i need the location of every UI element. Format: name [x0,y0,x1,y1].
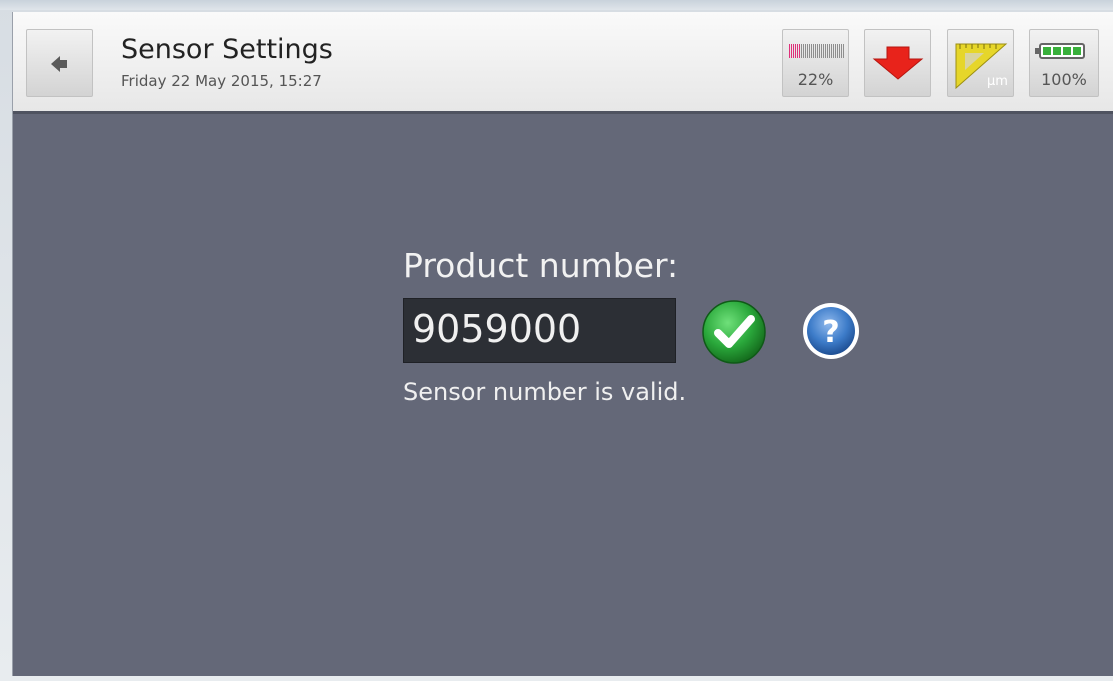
unit-label: µm [987,74,1008,89]
red-down-arrow-icon [872,46,924,80]
signal-bar [793,44,794,58]
date-time-label: Friday 22 May 2015, 15:27 [121,72,322,90]
page-title: Sensor Settings [121,34,333,65]
signal-bar [791,44,792,58]
signal-bar [819,44,820,58]
signal-bar [837,44,838,58]
signal-icon [789,44,844,58]
battery-button[interactable]: 100% [1029,29,1099,97]
signal-bar [815,44,816,58]
check-icon [702,300,766,364]
signal-bar [843,44,844,58]
signal-bar [809,44,810,58]
product-number-input[interactable]: 9059000 [403,298,676,363]
signal-bar [825,44,826,58]
signal-bar [835,44,836,58]
signal-bar [823,44,824,58]
signal-bar [803,44,804,58]
device-screen: Sensor Settings Friday 22 May 2015, 15:2… [12,12,1113,676]
signal-bar [829,44,830,58]
signal-strength-button[interactable]: 22% [782,29,849,97]
signal-bar [831,44,832,58]
top-strip [0,0,1113,10]
signal-bar [813,44,814,58]
back-button[interactable] [26,29,93,97]
signal-bar [801,44,802,58]
signal-bar [821,44,822,58]
signal-bar [797,44,798,58]
back-arrow-icon [51,56,67,72]
signal-bar [833,44,834,58]
header-bar: Sensor Settings Friday 22 May 2015, 15:2… [13,12,1113,114]
help-icon[interactable]: ? [801,301,861,361]
signal-bar [789,44,790,58]
battery-percent: 100% [1041,70,1087,89]
product-number-label: Product number: [403,246,679,285]
alert-button[interactable] [864,29,931,97]
signal-percent: 22% [797,70,834,89]
signal-bar [805,44,806,58]
signal-bar [807,44,808,58]
svg-text:?: ? [822,315,839,350]
battery-icon [1035,43,1085,59]
signal-bar [839,44,840,58]
signal-bar [841,44,842,58]
signal-bar [799,44,800,58]
signal-bar [795,44,796,58]
signal-bar [811,44,812,58]
signal-bar [827,44,828,58]
window-frame: Sensor Settings Friday 22 May 2015, 15:2… [0,0,1113,681]
signal-bar [817,44,818,58]
unit-button[interactable]: µm [947,29,1014,97]
validation-status: Sensor number is valid. [403,378,687,406]
